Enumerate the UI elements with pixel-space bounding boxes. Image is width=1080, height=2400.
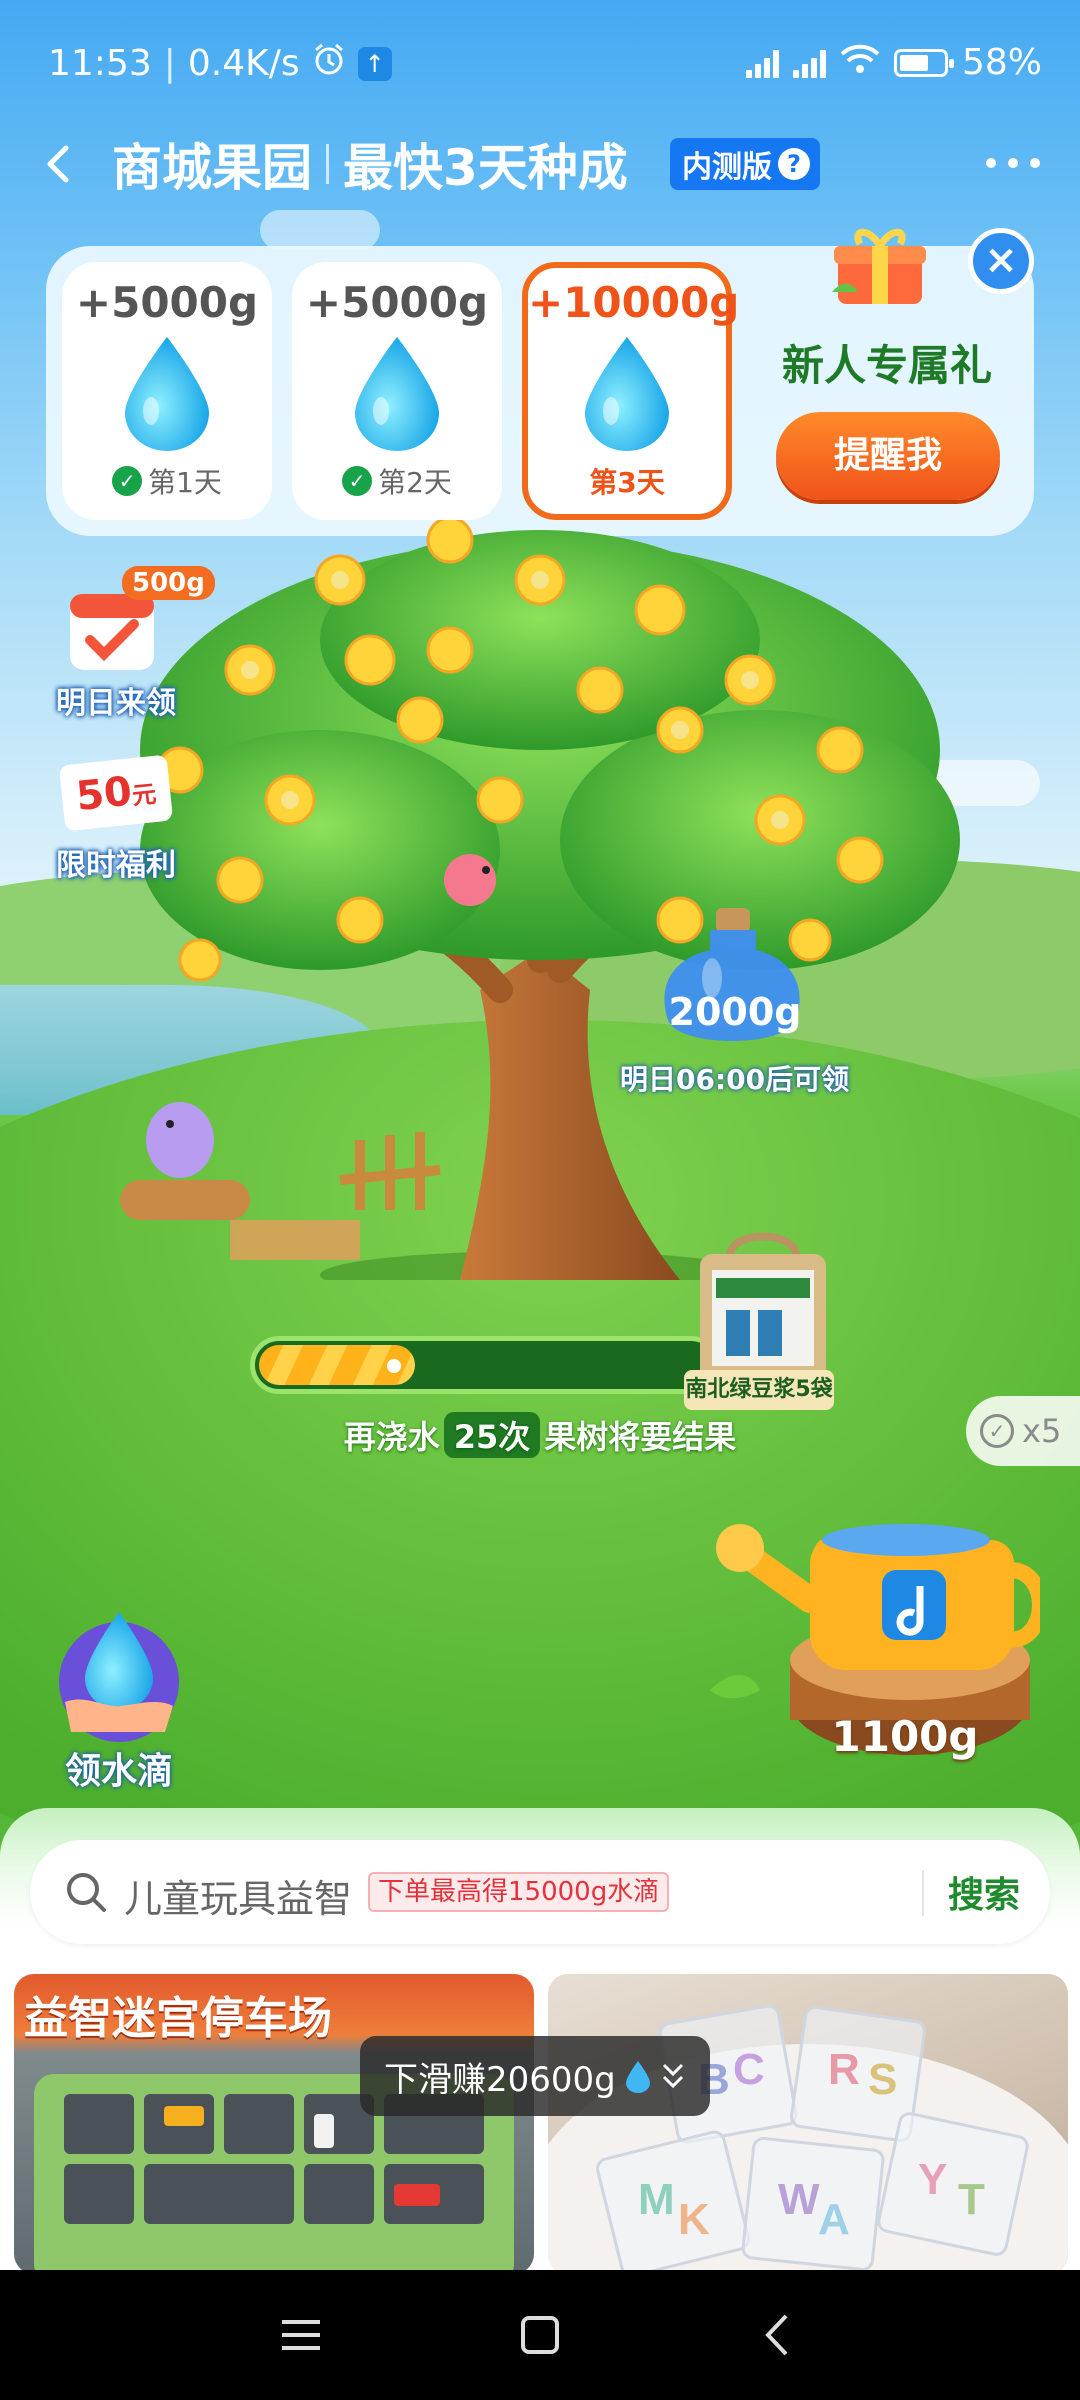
get-water-button[interactable]: 领水滴 xyxy=(44,1606,194,1794)
gift-day-1: +5000g ✓ 第1天 xyxy=(62,262,272,520)
letter-blocks-toy-image: BC RS MK WA YT xyxy=(548,2004,1068,2274)
svg-text:K: K xyxy=(678,2195,710,2244)
clock: 11:53 xyxy=(48,43,152,84)
svg-text:M: M xyxy=(638,2175,675,2224)
progress-text: 再浇水 25次 果树将要结果 xyxy=(0,1412,1080,1458)
growth-progress-bar xyxy=(250,1336,720,1394)
fruit-tree xyxy=(120,520,960,1280)
page-header: 商城果园 最快3天种成 内测版 ? xyxy=(0,128,1080,200)
gift-box-icon xyxy=(832,228,926,304)
gift-title: 新人专属礼 xyxy=(782,341,993,390)
svg-text:W: W xyxy=(778,2175,820,2224)
multiplier-badge[interactable]: ✓ x5 xyxy=(966,1396,1080,1466)
system-nav-bar xyxy=(0,2270,1080,2400)
battery-icon xyxy=(893,48,954,77)
svg-text:Y: Y xyxy=(918,2155,947,2204)
svg-text:T: T xyxy=(958,2175,985,2224)
title-sub: 最快3天种成 xyxy=(343,139,628,197)
water-drop-hand-icon xyxy=(59,1612,179,1742)
status-bar: 11:53 | 0.4K/s ↑ 58% xyxy=(48,42,1042,85)
close-gift-button[interactable]: × xyxy=(968,228,1034,294)
check-icon: ✓ xyxy=(112,466,143,496)
search-query[interactable]: 儿童玩具益智 xyxy=(124,1868,352,1923)
coupon-icon: 50元 xyxy=(58,754,174,832)
menu-icon[interactable] xyxy=(276,2310,326,2360)
product-card[interactable]: BC RS MK WA YT xyxy=(548,1974,1068,2274)
home-icon[interactable] xyxy=(515,2310,565,2360)
search-icon xyxy=(67,1873,106,1912)
page-title: 商城果园 最快3天种成 xyxy=(112,128,628,200)
remaining-count: 25次 xyxy=(443,1412,541,1458)
tomorrow-reward-badge: 500g xyxy=(122,566,215,600)
tomorrow-reward-button[interactable]: 明日来领 xyxy=(48,580,184,722)
scroll-hint-pill[interactable]: 下滑赚20600g xyxy=(360,2036,710,2116)
water-drop-icon xyxy=(125,337,209,451)
water-drop-icon xyxy=(625,2061,650,2093)
bottle-amount: 2000g xyxy=(668,990,802,1034)
check-circle-icon: ✓ xyxy=(980,1414,1014,1448)
double-chevron-down-icon xyxy=(662,2063,683,2089)
search-button[interactable]: 搜索 xyxy=(948,1866,1020,1918)
beta-badge[interactable]: 内测版 ? xyxy=(670,138,820,190)
prize-label: 南北绿豆浆5袋 xyxy=(684,1370,834,1410)
watering-can-amount: 1100g xyxy=(831,1712,979,1761)
product-card[interactable]: 益智迷宫停车场 xyxy=(14,1974,534,2274)
water-drop-icon xyxy=(585,337,669,451)
signal-icon xyxy=(745,48,779,78)
wifi-icon xyxy=(840,42,880,83)
network-speed: 0.4K/s xyxy=(187,43,300,84)
more-button[interactable] xyxy=(986,158,1040,168)
upload-icon: ↑ xyxy=(357,46,392,81)
svg-text:R: R xyxy=(828,2045,860,2094)
gift-day-2: +5000g ✓ 第2天 xyxy=(292,262,502,520)
back-nav-icon[interactable] xyxy=(754,2310,804,2360)
title-main: 商城果园 xyxy=(112,139,312,197)
gift-day-3: +10000g 第3天 xyxy=(522,262,739,520)
chevron-left-icon xyxy=(47,145,69,183)
signal-icon xyxy=(792,48,826,78)
cloud xyxy=(260,210,380,250)
help-icon: ? xyxy=(778,148,810,180)
battery-percent: 58% xyxy=(961,42,1042,83)
svg-text:S: S xyxy=(868,2055,897,2104)
product-title: 益智迷宫停车场 xyxy=(24,1993,332,2044)
alarm-icon xyxy=(312,42,346,85)
back-button[interactable] xyxy=(40,144,80,184)
remind-me-button[interactable]: 提醒我 xyxy=(776,412,1000,500)
search-bar[interactable]: 儿童玩具益智 下单最高得15000g水滴 搜索 xyxy=(30,1840,1050,1944)
limited-welfare-button[interactable]: 50元 限时福利 xyxy=(48,754,184,884)
check-icon: ✓ xyxy=(342,466,373,496)
search-promo: 下单最高得15000g水滴 xyxy=(368,1872,670,1912)
svg-text:C: C xyxy=(733,2045,765,2094)
water-drop-icon xyxy=(355,337,439,451)
svg-text:A: A xyxy=(818,2195,850,2244)
bottle-note: 明日06:00后可领 xyxy=(620,1063,850,1096)
